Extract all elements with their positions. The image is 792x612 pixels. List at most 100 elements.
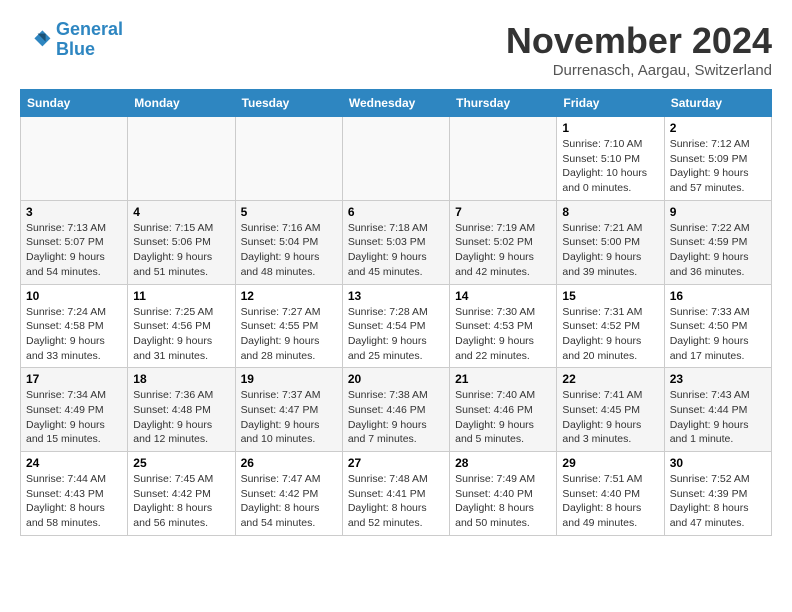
- calendar-cell: 6Sunrise: 7:18 AM Sunset: 5:03 PM Daylig…: [342, 200, 449, 284]
- calendar-cell: 26 Sunrise: 7:47 AM Sunset: 4:42 PM Dayli…: [235, 452, 342, 536]
- day-detail: Sunrise: 7:37 AM Sunset: 4:47 PM Dayligh…: [241, 388, 337, 447]
- day-number: 3: [26, 205, 122, 219]
- location-subtitle: Durrenasch, Aargau, Switzerland: [506, 62, 772, 79]
- day-number: 28: [455, 456, 551, 470]
- calendar-cell: 23 Sunrise: 7:43 AM Sunset: 4:44 PM Dayli…: [664, 368, 771, 452]
- day-number: 13: [348, 289, 444, 303]
- day-number: 27: [348, 456, 444, 470]
- calendar-cell: 16 Sunrise: 7:33 AM Sunset: 4:50 PM Dayli…: [664, 284, 771, 368]
- calendar-cell: [235, 117, 342, 201]
- day-detail: Sunrise: 7:13 AM Sunset: 5:07 PM Dayligh…: [26, 221, 122, 280]
- day-detail: Sunrise: 7:36 AM Sunset: 4:48 PM Dayligh…: [133, 388, 229, 447]
- weekday-header-tuesday: Tuesday: [235, 90, 342, 117]
- title-block: November 2024 Durrenasch, Aargau, Switze…: [506, 20, 772, 79]
- calendar-cell: 4 Sunrise: 7:15 AM Sunset: 5:06 PM Daylig…: [128, 200, 235, 284]
- day-detail: Sunrise: 7:38 AM Sunset: 4:46 PM Dayligh…: [348, 388, 444, 447]
- day-number: 2: [670, 121, 766, 135]
- calendar-cell: 3 Sunrise: 7:13 AM Sunset: 5:07 PM Daylig…: [21, 200, 128, 284]
- day-detail: Sunrise: 7:31 AM Sunset: 4:52 PM Dayligh…: [562, 305, 658, 364]
- calendar-cell: 7Sunrise: 7:19 AM Sunset: 5:02 PM Daylig…: [450, 200, 557, 284]
- calendar-cell: 5 Sunrise: 7:16 AM Sunset: 5:04 PM Daylig…: [235, 200, 342, 284]
- day-number: 12: [241, 289, 337, 303]
- logo-icon: [20, 24, 52, 56]
- calendar-table: SundayMondayTuesdayWednesdayThursdayFrid…: [20, 89, 772, 536]
- day-number: 23: [670, 372, 766, 386]
- calendar-week-2: 3 Sunrise: 7:13 AM Sunset: 5:07 PM Daylig…: [21, 200, 772, 284]
- calendar-cell: 19 Sunrise: 7:37 AM Sunset: 4:47 PM Dayli…: [235, 368, 342, 452]
- calendar-cell: 10 Sunrise: 7:24 AM Sunset: 4:58 PM Dayli…: [21, 284, 128, 368]
- weekday-header-friday: Friday: [557, 90, 664, 117]
- weekday-header-saturday: Saturday: [664, 90, 771, 117]
- day-detail: Sunrise: 7:19 AM Sunset: 5:02 PM Dayligh…: [455, 221, 551, 280]
- day-detail: Sunrise: 7:22 AM Sunset: 4:59 PM Dayligh…: [670, 221, 766, 280]
- day-number: 9: [670, 205, 766, 219]
- day-number: 15: [562, 289, 658, 303]
- weekday-header-thursday: Thursday: [450, 90, 557, 117]
- calendar-cell: [450, 117, 557, 201]
- weekday-header-wednesday: Wednesday: [342, 90, 449, 117]
- day-detail: Sunrise: 7:45 AM Sunset: 4:42 PM Dayligh…: [133, 472, 229, 531]
- calendar-cell: 8Sunrise: 7:21 AM Sunset: 5:00 PM Daylig…: [557, 200, 664, 284]
- calendar-body: 1Sunrise: 7:10 AM Sunset: 5:10 PM Daylig…: [21, 117, 772, 536]
- calendar-cell: 2 Sunrise: 7:12 AM Sunset: 5:09 PM Daylig…: [664, 117, 771, 201]
- day-detail: Sunrise: 7:48 AM Sunset: 4:41 PM Dayligh…: [348, 472, 444, 531]
- calendar-cell: 17 Sunrise: 7:34 AM Sunset: 4:49 PM Dayli…: [21, 368, 128, 452]
- day-number: 16: [670, 289, 766, 303]
- day-detail: Sunrise: 7:40 AM Sunset: 4:46 PM Dayligh…: [455, 388, 551, 447]
- day-number: 5: [241, 205, 337, 219]
- day-number: 11: [133, 289, 229, 303]
- calendar-cell: 22Sunrise: 7:41 AM Sunset: 4:45 PM Dayli…: [557, 368, 664, 452]
- day-number: 29: [562, 456, 658, 470]
- calendar-cell: [21, 117, 128, 201]
- page-header: General Blue November 2024 Durrenasch, A…: [20, 20, 772, 79]
- calendar-cell: 24 Sunrise: 7:44 AM Sunset: 4:43 PM Dayli…: [21, 452, 128, 536]
- calendar-week-3: 10 Sunrise: 7:24 AM Sunset: 4:58 PM Dayli…: [21, 284, 772, 368]
- calendar-cell: 20 Sunrise: 7:38 AM Sunset: 4:46 PM Dayli…: [342, 368, 449, 452]
- day-detail: Sunrise: 7:16 AM Sunset: 5:04 PM Dayligh…: [241, 221, 337, 280]
- day-number: 26: [241, 456, 337, 470]
- logo-line1: General: [56, 19, 123, 39]
- day-number: 4: [133, 205, 229, 219]
- day-detail: Sunrise: 7:25 AM Sunset: 4:56 PM Dayligh…: [133, 305, 229, 364]
- day-detail: Sunrise: 7:21 AM Sunset: 5:00 PM Dayligh…: [562, 221, 658, 280]
- day-number: 19: [241, 372, 337, 386]
- day-number: 17: [26, 372, 122, 386]
- logo-line2: Blue: [56, 39, 95, 59]
- day-detail: Sunrise: 7:12 AM Sunset: 5:09 PM Dayligh…: [670, 137, 766, 196]
- day-detail: Sunrise: 7:52 AM Sunset: 4:39 PM Dayligh…: [670, 472, 766, 531]
- day-detail: Sunrise: 7:15 AM Sunset: 5:06 PM Dayligh…: [133, 221, 229, 280]
- calendar-cell: 15 Sunrise: 7:31 AM Sunset: 4:52 PM Dayli…: [557, 284, 664, 368]
- month-year-title: November 2024: [506, 20, 772, 62]
- calendar-cell: 28 Sunrise: 7:49 AM Sunset: 4:40 PM Dayli…: [450, 452, 557, 536]
- logo-text: General Blue: [56, 20, 123, 60]
- day-number: 30: [670, 456, 766, 470]
- day-detail: Sunrise: 7:49 AM Sunset: 4:40 PM Dayligh…: [455, 472, 551, 531]
- calendar-week-4: 17 Sunrise: 7:34 AM Sunset: 4:49 PM Dayli…: [21, 368, 772, 452]
- calendar-cell: 18Sunrise: 7:36 AM Sunset: 4:48 PM Dayli…: [128, 368, 235, 452]
- calendar-cell: 11 Sunrise: 7:25 AM Sunset: 4:56 PM Dayli…: [128, 284, 235, 368]
- day-number: 20: [348, 372, 444, 386]
- day-detail: Sunrise: 7:33 AM Sunset: 4:50 PM Dayligh…: [670, 305, 766, 364]
- day-detail: Sunrise: 7:30 AM Sunset: 4:53 PM Dayligh…: [455, 305, 551, 364]
- day-number: 10: [26, 289, 122, 303]
- day-detail: Sunrise: 7:44 AM Sunset: 4:43 PM Dayligh…: [26, 472, 122, 531]
- day-detail: Sunrise: 7:41 AM Sunset: 4:45 PM Dayligh…: [562, 388, 658, 447]
- day-detail: Sunrise: 7:47 AM Sunset: 4:42 PM Dayligh…: [241, 472, 337, 531]
- weekday-header-sunday: Sunday: [21, 90, 128, 117]
- day-detail: Sunrise: 7:43 AM Sunset: 4:44 PM Dayligh…: [670, 388, 766, 447]
- weekday-header-row: SundayMondayTuesdayWednesdayThursdayFrid…: [21, 90, 772, 117]
- calendar-cell: 21 Sunrise: 7:40 AM Sunset: 4:46 PM Dayli…: [450, 368, 557, 452]
- calendar-cell: 12Sunrise: 7:27 AM Sunset: 4:55 PM Dayli…: [235, 284, 342, 368]
- calendar-week-5: 24 Sunrise: 7:44 AM Sunset: 4:43 PM Dayli…: [21, 452, 772, 536]
- day-number: 1: [562, 121, 658, 135]
- weekday-header-monday: Monday: [128, 90, 235, 117]
- calendar-cell: 13Sunrise: 7:28 AM Sunset: 4:54 PM Dayli…: [342, 284, 449, 368]
- day-detail: Sunrise: 7:24 AM Sunset: 4:58 PM Dayligh…: [26, 305, 122, 364]
- calendar-cell: 1Sunrise: 7:10 AM Sunset: 5:10 PM Daylig…: [557, 117, 664, 201]
- calendar-week-1: 1Sunrise: 7:10 AM Sunset: 5:10 PM Daylig…: [21, 117, 772, 201]
- day-detail: Sunrise: 7:34 AM Sunset: 4:49 PM Dayligh…: [26, 388, 122, 447]
- day-detail: Sunrise: 7:18 AM Sunset: 5:03 PM Dayligh…: [348, 221, 444, 280]
- day-number: 24: [26, 456, 122, 470]
- calendar-cell: 30 Sunrise: 7:52 AM Sunset: 4:39 PM Dayli…: [664, 452, 771, 536]
- day-number: 21: [455, 372, 551, 386]
